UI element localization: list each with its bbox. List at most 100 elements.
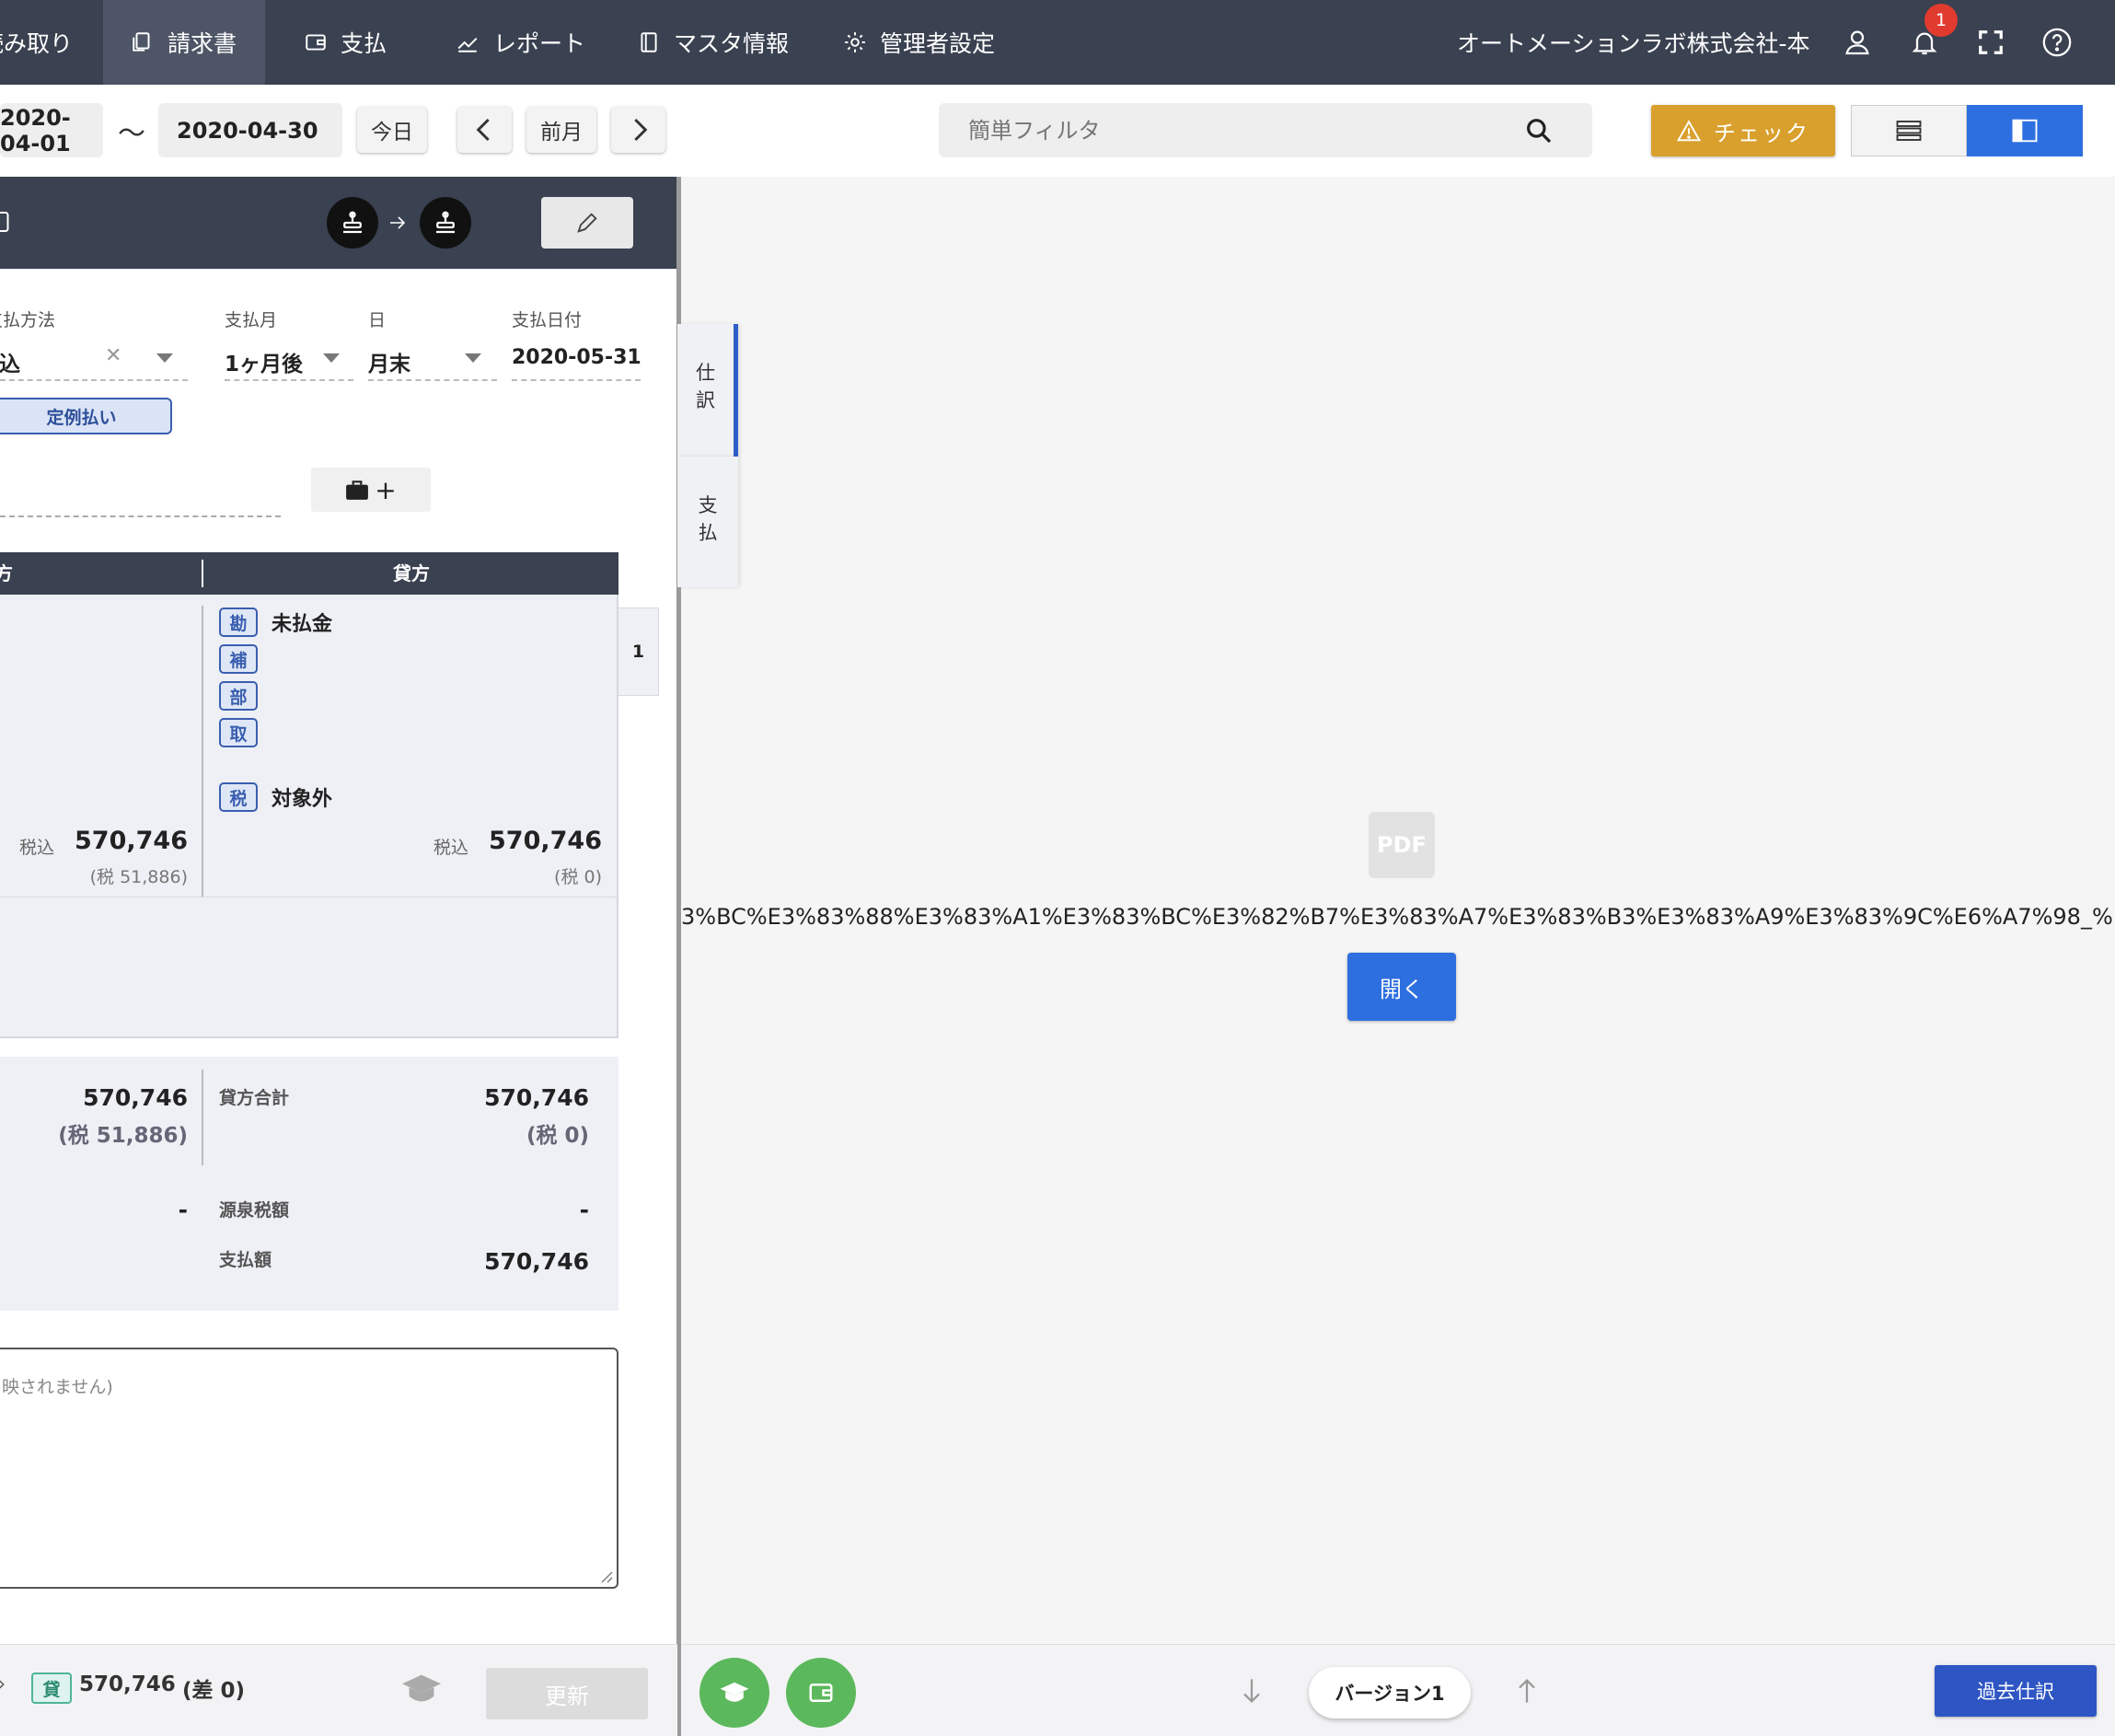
payment-month-select[interactable]: 1ヶ月後 (225, 346, 303, 377)
version-selector[interactable]: バージョン1 (1309, 1667, 1471, 1719)
date-from-field[interactable]: 2020-04-01 (0, 103, 103, 157)
credit-account-name[interactable]: 未払金 (272, 608, 332, 637)
stamp-icon[interactable] (327, 197, 378, 249)
company-name[interactable]: オートメーションラボ株式会社-本 (1457, 0, 1810, 85)
right-footer-bar: バージョン1 過去仕訳 (681, 1644, 2115, 1736)
resize-handle-icon[interactable] (598, 1568, 613, 1583)
add-project-button[interactable]: + (311, 468, 431, 512)
chevron-down-icon[interactable] (323, 353, 340, 363)
clear-icon[interactable]: ✕ (105, 344, 121, 367)
debit-total-tax: (税 51,886) (58, 1124, 188, 1148)
tab-journal[interactable]: 仕訳 (677, 324, 738, 457)
account-tag: 勘 (219, 608, 258, 637)
project-field-underline (0, 515, 281, 517)
split-view-toggle[interactable] (1967, 105, 2083, 156)
notification-badge: 1 (1924, 4, 1958, 37)
warning-icon (1677, 120, 1701, 142)
credit-total: 570,746 (484, 1084, 589, 1111)
dropdown-caret-icon[interactable] (156, 353, 173, 363)
payment-button[interactable] (786, 1658, 856, 1728)
chevron-left-icon (476, 118, 490, 142)
search-input[interactable] (966, 112, 1522, 149)
help-icon[interactable] (2037, 22, 2077, 63)
payment-method-label: 支払方法 (0, 310, 55, 330)
footer-prefix: › (0, 1672, 6, 1695)
payment-month-label: 支払月 (225, 310, 278, 330)
toolbar: 2020-04-01 〜 2020-04-30 今日 前月 チェック (0, 85, 2115, 177)
memo-textarea[interactable]: 映されません) (0, 1348, 618, 1589)
list-icon (1896, 121, 1922, 141)
tab-journal-label: 仕訳 (696, 362, 715, 411)
list-view-toggle[interactable] (1851, 105, 1967, 156)
chevron-right-icon (633, 118, 647, 142)
simple-filter-search[interactable] (939, 103, 1592, 157)
nav-item-label: マスタ情報 (674, 30, 790, 57)
row-number-tab[interactable]: 1 (618, 608, 659, 696)
today-button[interactable]: 今日 (357, 107, 427, 153)
wallet-icon (306, 34, 326, 51)
credit-amount[interactable]: 570,746 (460, 827, 602, 855)
nav-item-invoices[interactable]: 請求書 (103, 0, 265, 85)
nav-item-scan[interactable]: 読み取り (0, 0, 103, 85)
nav-item-payments[interactable]: 支払 (304, 0, 387, 85)
update-button[interactable]: 更新 (486, 1668, 648, 1719)
credit-total-label: 貸方合計 (219, 1088, 290, 1108)
debit-tax-incl-label: 税込 (19, 838, 55, 858)
briefcase-icon (346, 480, 369, 500)
date-to-field[interactable]: 2020-04-30 (158, 103, 342, 157)
tab-payment[interactable]: 支払 (677, 457, 738, 587)
gear-icon (845, 32, 865, 52)
check-button[interactable]: チェック (1651, 105, 1835, 156)
payment-day-underline (368, 379, 497, 381)
past-journal-button[interactable]: 過去仕訳 (1935, 1665, 2097, 1717)
payment-month-underline (225, 379, 353, 381)
row-divider (202, 606, 203, 897)
pdf-icon: PDF (1369, 812, 1435, 878)
user-icon[interactable] (1837, 22, 1878, 63)
open-pdf-button[interactable]: 開く (1347, 953, 1456, 1021)
header-divider (202, 560, 203, 587)
debit-amount[interactable]: 570,746 (55, 827, 188, 855)
nav-item-master-data[interactable]: マスタ情報 (637, 0, 789, 85)
payment-date-field[interactable]: 2020-05-31 (512, 346, 641, 369)
nav-item-label: 請求書 (168, 30, 237, 57)
learn-button[interactable] (699, 1658, 769, 1728)
invoice-detail-header (0, 177, 677, 269)
pdf-preview-panel: PDF 3%BC%E3%83%88%E3%83%A1%E3%83%BC%E3%8… (681, 177, 2115, 1644)
payment-amount-label: 支払額 (219, 1250, 272, 1270)
debit-total: 570,746 (83, 1084, 188, 1111)
graduation-cap-icon (720, 1682, 749, 1702)
arrow-down-icon[interactable] (1239, 1676, 1265, 1706)
split-panel-icon (2012, 119, 2038, 143)
payment-day-select[interactable]: 月末 (368, 346, 410, 377)
plus-icon: + (375, 474, 397, 505)
prev-period-button[interactable] (457, 107, 512, 153)
date-range-separator: 〜 (118, 118, 145, 150)
chart-line-icon (457, 37, 478, 52)
nav-item-reports[interactable]: レポート (455, 0, 585, 85)
nav-item-admin-settings[interactable]: 管理者設定 (843, 0, 995, 85)
nav-item-label: レポート (493, 30, 586, 57)
credit-total-tax: (税 0) (526, 1124, 589, 1148)
copy-icon[interactable] (0, 208, 15, 236)
recurring-payment-chip[interactable]: 定例払い (0, 398, 172, 434)
edit-button[interactable] (541, 197, 633, 249)
payment-date-underline (512, 379, 641, 381)
date-from-value: 2020-04-01 (0, 104, 71, 156)
footer-credit-amount: 570,746 (79, 1672, 176, 1696)
chevron-down-icon[interactable] (465, 353, 481, 363)
tax-tag: 税 (219, 782, 258, 812)
search-icon[interactable] (1524, 116, 1554, 145)
tax-category-value[interactable]: 対象外 (272, 782, 332, 812)
approval-stamp-icon[interactable] (420, 197, 471, 249)
check-button-label: チェック (1714, 120, 1809, 146)
next-period-button[interactable] (611, 107, 665, 153)
payment-method-value[interactable]: 振込 (0, 346, 20, 377)
prev-month-button[interactable]: 前月 (526, 107, 596, 153)
arrow-up-icon[interactable] (1514, 1676, 1540, 1706)
top-navigation-bar: 読み取り 請求書 支払 レポート マスタ情報 管理者設定 オートメーションラボ株… (0, 0, 2115, 85)
journal-row[interactable]: 勘 未払金 補 部 取 税 対象外 税込 570,746 (税 51,886) … (0, 595, 618, 1038)
payment-date-label: 支払日付 (512, 310, 583, 330)
graduation-cap-icon[interactable] (400, 1671, 443, 1707)
fullscreen-icon[interactable] (1971, 22, 2011, 63)
